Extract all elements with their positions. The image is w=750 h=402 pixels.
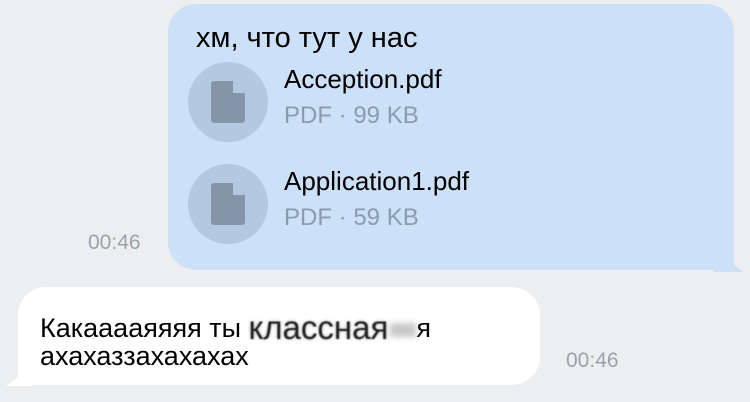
obscured-smudge <box>390 322 417 337</box>
chat-view: хм, что тут у нас Acception.pdf PDF · 99… <box>0 0 750 402</box>
attachment-icon-circle[interactable] <box>188 164 268 244</box>
attachment-filename[interactable]: Acception.pdf <box>284 64 442 95</box>
attachment-item[interactable]: Application1.pdf PDF · 59 KB <box>188 164 688 244</box>
document-icon <box>211 183 245 225</box>
attachment-icon-circle[interactable] <box>188 62 268 142</box>
attachment-meta: PDF · 59 KB <box>284 204 419 231</box>
incoming-text-end: я <box>416 313 431 343</box>
incoming-message-line-2: ахахаззахахахах <box>40 341 249 371</box>
obscured-word: классная <box>248 309 389 346</box>
outgoing-message-bubble[interactable]: хм, что тут у нас Acception.pdf PDF · 99… <box>168 4 734 270</box>
attachment-filename[interactable]: Application1.pdf <box>284 166 469 197</box>
incoming-text-start: Какааааяяяя ты <box>40 313 249 343</box>
outgoing-message-text: хм, что тут у нас <box>196 22 418 54</box>
incoming-message-bubble[interactable]: Какааааяяяя ты классная я ахахаззахахахах <box>18 287 540 385</box>
incoming-message-time: 00:46 <box>566 349 619 372</box>
attachment-item[interactable]: Acception.pdf PDF · 99 KB <box>188 62 688 142</box>
attachment-meta: PDF · 99 KB <box>284 102 419 129</box>
outgoing-message-time: 00:46 <box>88 231 141 254</box>
document-icon <box>211 81 245 123</box>
